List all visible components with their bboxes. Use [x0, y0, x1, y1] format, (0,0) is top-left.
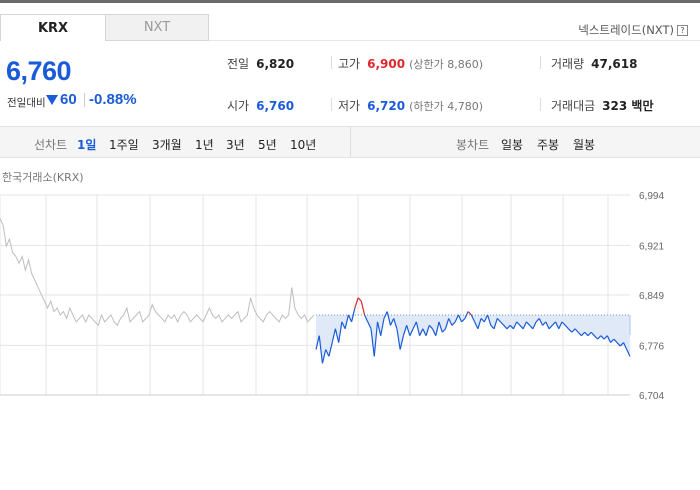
line-chart-label: 선차트	[34, 138, 68, 152]
nxt-link-label: 넥스트레이드(NXT)	[578, 23, 674, 37]
stat-label: 고가	[338, 57, 361, 71]
period-3m[interactable]: 3개월	[152, 136, 182, 153]
y-tick-label: 6,994	[639, 191, 664, 202]
change-amount: 60	[60, 91, 77, 108]
stat-divider	[331, 98, 332, 111]
stat-value: 6,760	[256, 99, 295, 113]
series-today-segment	[360, 301, 366, 316]
stat-lower-limit: (하한가 4,780)	[409, 100, 483, 113]
candle-monthly[interactable]: 월봉	[573, 136, 595, 153]
stat-divider	[540, 98, 541, 111]
stat-high: 고가 6,900 (상한가 8,860)	[338, 55, 483, 72]
nxt-link[interactable]: 넥스트레이드(NXT) ?	[578, 22, 688, 38]
candle-weekly[interactable]: 주봉	[537, 136, 559, 153]
current-price: 6,760	[6, 56, 72, 86]
top-border	[0, 0, 700, 3]
stat-open: 시가 6,760	[227, 97, 294, 114]
series-prev-day-line	[0, 218, 315, 327]
stat-value: 6,720	[367, 99, 406, 113]
stat-label: 거래대금	[551, 99, 596, 113]
candle-daily[interactable]: 일봉	[501, 136, 523, 153]
period-5y[interactable]: 5년	[258, 136, 277, 153]
change-rate: -0.88%	[89, 91, 137, 108]
candle-chart-label: 봉차트	[456, 138, 490, 152]
y-tick-label: 6,776	[639, 341, 664, 352]
stat-low: 저가 6,720 (하한가 4,780)	[338, 97, 483, 114]
stat-label: 전일	[227, 57, 250, 71]
change-label: 전일대비	[7, 97, 46, 109]
y-tick-label: 6,704	[639, 391, 664, 400]
period-bar: 선차트 1일 1주일 3개월 1년 3년 5년 10년 봉차트 일봉 주봉 월봉	[0, 126, 700, 158]
stat-value: 6,820	[256, 57, 295, 71]
stat-divider	[540, 56, 541, 69]
stat-value: 323 백만	[602, 99, 654, 113]
stat-prev-close: 전일 6,820	[227, 55, 294, 72]
stat-upper-limit: (상한가 8,860)	[409, 58, 483, 71]
stat-volume: 거래량 47,618	[551, 55, 637, 72]
stat-value: 6,900	[367, 57, 406, 71]
stat-label: 저가	[338, 99, 361, 113]
series-today-segment	[467, 311, 472, 316]
y-tick-label: 6,921	[639, 241, 664, 252]
period-1d[interactable]: 1일	[77, 136, 96, 153]
chart-title: 한국거래소(KRX)	[2, 171, 84, 184]
stat-divider	[331, 56, 332, 69]
tab-krx[interactable]: KRX	[0, 14, 106, 41]
down-triangle-icon	[46, 95, 58, 105]
help-icon[interactable]: ?	[677, 24, 688, 36]
stat-label: 거래량	[551, 57, 585, 71]
y-tick-label: 6,849	[639, 291, 664, 302]
period-divider	[350, 127, 351, 157]
price-chart: 6,994 6,921 6,849 6,776 6,704	[0, 191, 664, 400]
period-3y[interactable]: 3년	[226, 136, 245, 153]
stat-value: 47,618	[591, 57, 638, 71]
period-1w[interactable]: 1주일	[109, 136, 139, 153]
stat-label: 시가	[227, 99, 250, 113]
tab-divider	[209, 40, 700, 41]
period-10y[interactable]: 10년	[290, 136, 316, 153]
period-1y[interactable]: 1년	[195, 136, 214, 153]
tab-nxt[interactable]: NXT	[105, 14, 209, 41]
series-today-segment	[357, 297, 362, 302]
series-today-fill	[316, 315, 630, 364]
stat-amount: 거래대금 323 백만	[551, 97, 653, 114]
change-divider	[84, 93, 85, 107]
